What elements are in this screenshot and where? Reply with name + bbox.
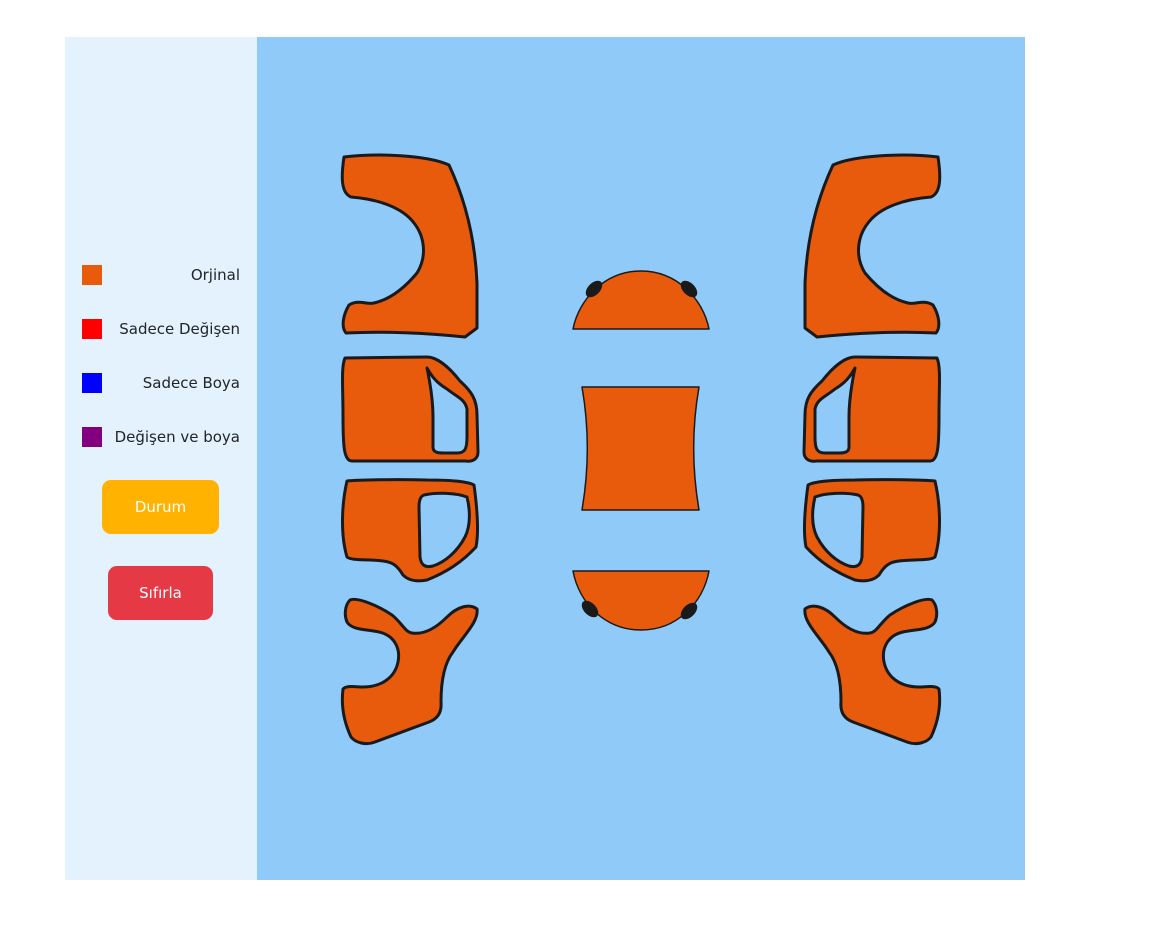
legend-item-changed-and-painted: Değişen ve boya <box>82 427 240 447</box>
sidebar: Orjinal Sadece Değişen Sadece Boya Değiş… <box>65 37 257 880</box>
front-bumper[interactable] <box>572 270 710 330</box>
legend-label-changed-and-painted: Değişen ve boya <box>114 428 240 446</box>
legend-swatch-changed-and-painted <box>82 427 102 447</box>
center-panels <box>572 270 710 631</box>
status-button[interactable]: Durum <box>102 480 219 534</box>
legend-item-original: Orjinal <box>82 265 240 285</box>
right-rear-door[interactable] <box>803 478 941 583</box>
legend-label-original: Orjinal <box>190 266 240 284</box>
left-front-fender[interactable] <box>340 153 479 339</box>
legend-item-changed-only: Sadece Değişen <box>82 319 240 339</box>
car-damage-app: Orjinal Sadece Değişen Sadece Boya Değiş… <box>65 37 1025 880</box>
right-side-panels <box>802 153 942 746</box>
right-front-fender[interactable] <box>803 153 942 339</box>
legend-swatch-painted-only <box>82 373 102 393</box>
legend-label-painted-only: Sadece Boya <box>142 374 240 392</box>
left-side-panels <box>340 153 480 746</box>
left-rear-fender[interactable] <box>340 597 479 746</box>
car-diagram <box>340 153 942 746</box>
left-rear-door[interactable] <box>341 478 479 583</box>
right-rear-fender[interactable] <box>803 597 942 746</box>
left-front-door[interactable] <box>341 355 480 463</box>
right-front-door[interactable] <box>802 355 941 463</box>
legend-swatch-changed-only <box>82 319 102 339</box>
car-diagram-area <box>257 37 1025 880</box>
legend-label-changed-only: Sadece Değişen <box>119 320 240 338</box>
rear-bumper[interactable] <box>572 570 710 631</box>
legend-swatch-original <box>82 265 102 285</box>
roof[interactable] <box>581 386 700 511</box>
legend-item-painted-only: Sadece Boya <box>82 373 240 393</box>
reset-button[interactable]: Sıfırla <box>108 566 213 620</box>
